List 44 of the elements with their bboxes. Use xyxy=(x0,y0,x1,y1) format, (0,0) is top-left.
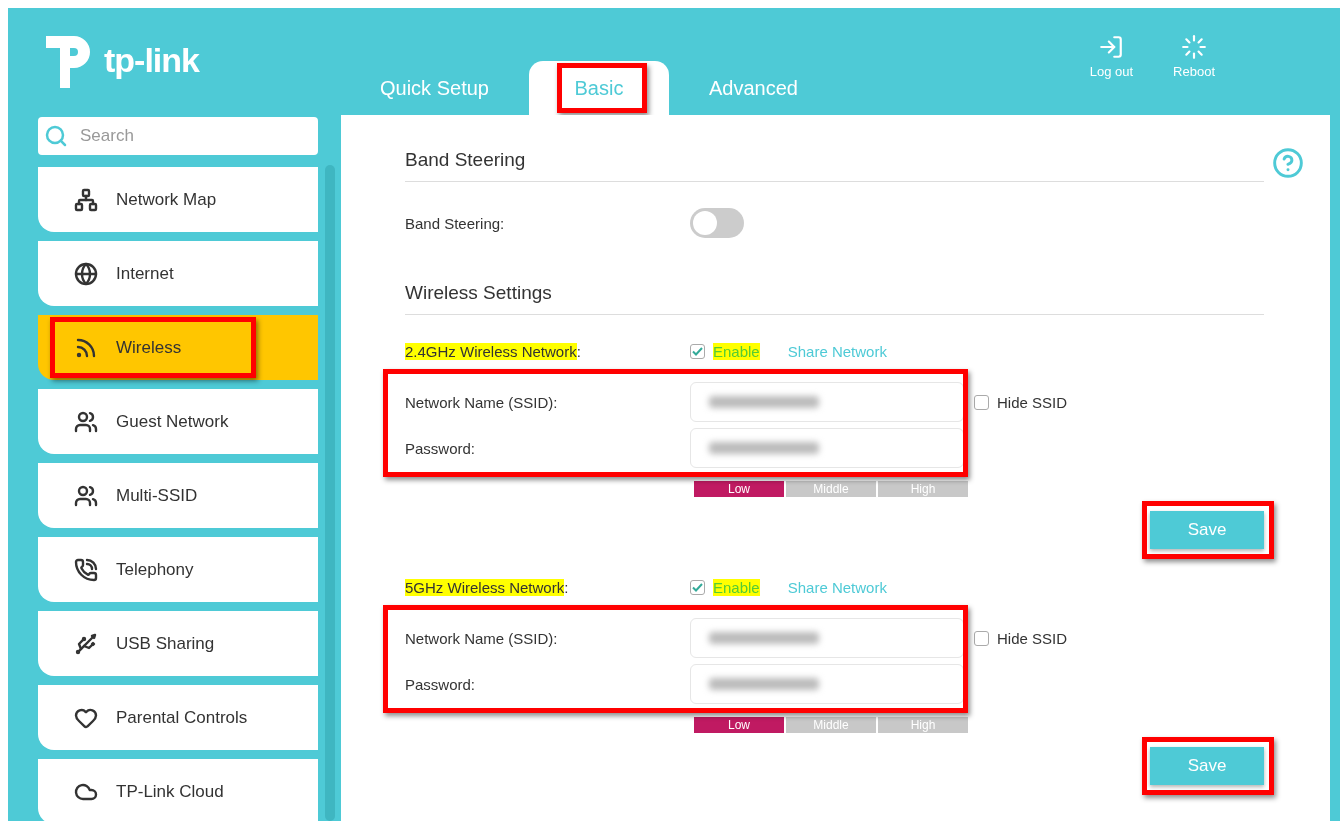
enable-checkbox[interactable] xyxy=(690,580,705,595)
sidebar-item[interactable]: Telephony xyxy=(38,537,318,602)
hide-ssid-label: Hide SSID xyxy=(997,629,1068,647)
section-title: Band Steering xyxy=(405,149,1264,182)
field-label: Network Name (SSID): xyxy=(405,393,559,411)
search-icon xyxy=(44,124,68,148)
toggle-switch[interactable] xyxy=(690,208,744,238)
phone-icon xyxy=(74,557,98,582)
colon: : xyxy=(564,579,569,596)
strength-segment: Low xyxy=(694,481,784,497)
reboot-icon xyxy=(1181,34,1208,60)
enable-checkbox[interactable] xyxy=(690,344,705,359)
search-field[interactable]: Search xyxy=(38,117,318,155)
usb-icon xyxy=(74,631,98,656)
colon: : xyxy=(576,343,581,360)
sidebar-item[interactable]: USB Sharing xyxy=(38,611,318,676)
network-label: 2.4GHz Wireless Network xyxy=(405,343,577,360)
strength-segment: Low xyxy=(694,717,784,733)
hide-ssid-checkbox[interactable] xyxy=(974,630,989,646)
sidebar-item[interactable]: TP-Link Cloud xyxy=(38,759,318,821)
field-label: Password: xyxy=(405,675,477,693)
logout-icon xyxy=(1098,34,1125,60)
checkmark-icon xyxy=(692,347,703,356)
help-icon[interactable] xyxy=(1272,147,1304,179)
sidebar-item[interactable]: Network Map xyxy=(38,167,318,232)
logo-text: tp-link xyxy=(104,40,199,80)
enable-label: Enable xyxy=(713,343,760,360)
field-label: Password: xyxy=(405,439,477,457)
hide-ssid-checkbox[interactable] xyxy=(974,394,989,410)
sidebar-item[interactable]: Wireless xyxy=(38,315,318,380)
hide-ssid-label: Hide SSID xyxy=(997,393,1068,411)
globe-icon xyxy=(74,261,98,286)
section-title: Wireless Settings xyxy=(405,282,1264,315)
sidebar-item[interactable]: Multi-SSID xyxy=(38,463,318,528)
sidebar-item[interactable]: Internet xyxy=(38,241,318,306)
field-label: Band Steering: xyxy=(405,214,506,232)
enable-label: Enable xyxy=(713,579,760,596)
network-icon xyxy=(74,187,98,212)
checkmark-icon xyxy=(692,583,703,592)
people-icon xyxy=(74,409,98,434)
field-label: Network Name (SSID): xyxy=(405,629,559,647)
sidebar-item[interactable]: Guest Network xyxy=(38,389,318,454)
sidebar-item[interactable]: Parental Controls xyxy=(38,685,318,750)
people-icon xyxy=(74,483,98,508)
